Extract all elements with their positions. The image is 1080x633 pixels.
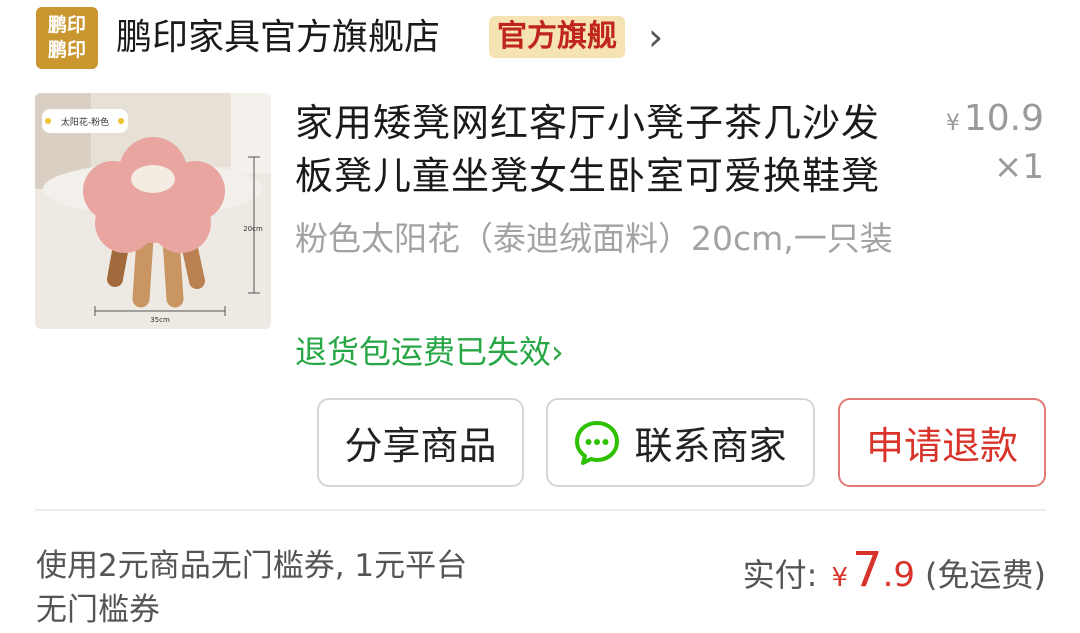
shop-logo-text-line1: 鹏印 <box>47 14 86 36</box>
product-title[interactable]: 家用矮凳网红客厅小凳子茶几沙发板凳儿童坐凳女生卧室可爱换鞋凳 <box>295 97 915 203</box>
price-value: 10.9 <box>963 98 1044 139</box>
request-refund-button[interactable]: 申请退款 <box>838 398 1046 487</box>
divider <box>35 509 1046 511</box>
price-currency-symbol: ¥ <box>945 111 960 136</box>
share-product-label: 分享商品 <box>344 424 497 468</box>
request-refund-label: 申请退款 <box>865 424 1018 468</box>
flagship-badge: 官方旗舰 <box>489 16 625 58</box>
product-image: 太阳花-粉色 20cm 35cm <box>35 93 271 329</box>
contact-seller-label: 联系商家 <box>634 424 787 468</box>
chevron-right-icon[interactable]: › <box>648 16 663 58</box>
shop-header[interactable]: 鹏印 鹏印 鹏印家具官方旗舰店 官方旗舰 › <box>0 0 1080 92</box>
return-shipping-link[interactable]: 退货包运费已失效› <box>295 330 564 374</box>
paid-label: 实付: <box>742 556 818 594</box>
chevron-right-icon: › <box>551 333 564 371</box>
shipping-note: (免运费) <box>925 556 1046 594</box>
contact-seller-button[interactable]: 联系商家 <box>546 398 815 487</box>
shop-name[interactable]: 鹏印家具官方旗舰店 <box>116 14 440 62</box>
product-thumbnail[interactable]: 太阳花-粉色 20cm 35cm <box>35 93 271 329</box>
coupon-note: 使用2元商品无门槛券, 1元平台无门槛券 <box>36 548 468 628</box>
thumbnail-width-label: 35cm <box>150 316 170 324</box>
paid-amount-integer: 7 <box>852 542 883 598</box>
product-spec: 粉色太阳花（泰迪绒面料）20cm,一只装 <box>295 219 893 258</box>
shop-logo-text-line2: 鹏印 <box>47 39 86 61</box>
product-price: ¥10.9 <box>946 98 1044 145</box>
thumbnail-height-label: 20cm <box>243 225 263 233</box>
thumbnail-label: 太阳花-粉色 <box>61 116 109 128</box>
return-notice-text: 退货包运费已失效 <box>295 333 552 371</box>
paid-amount-row: 实付: ¥ 7 .9 (免运费) <box>743 542 1046 598</box>
shop-logo[interactable]: 鹏印 鹏印 <box>36 7 98 69</box>
share-product-button[interactable]: 分享商品 <box>317 398 524 487</box>
product-quantity: ×1 <box>993 147 1044 187</box>
wechat-chat-icon <box>575 420 620 465</box>
paid-currency-symbol: ¥ <box>831 563 849 593</box>
paid-amount-decimal: .9 <box>882 555 916 595</box>
